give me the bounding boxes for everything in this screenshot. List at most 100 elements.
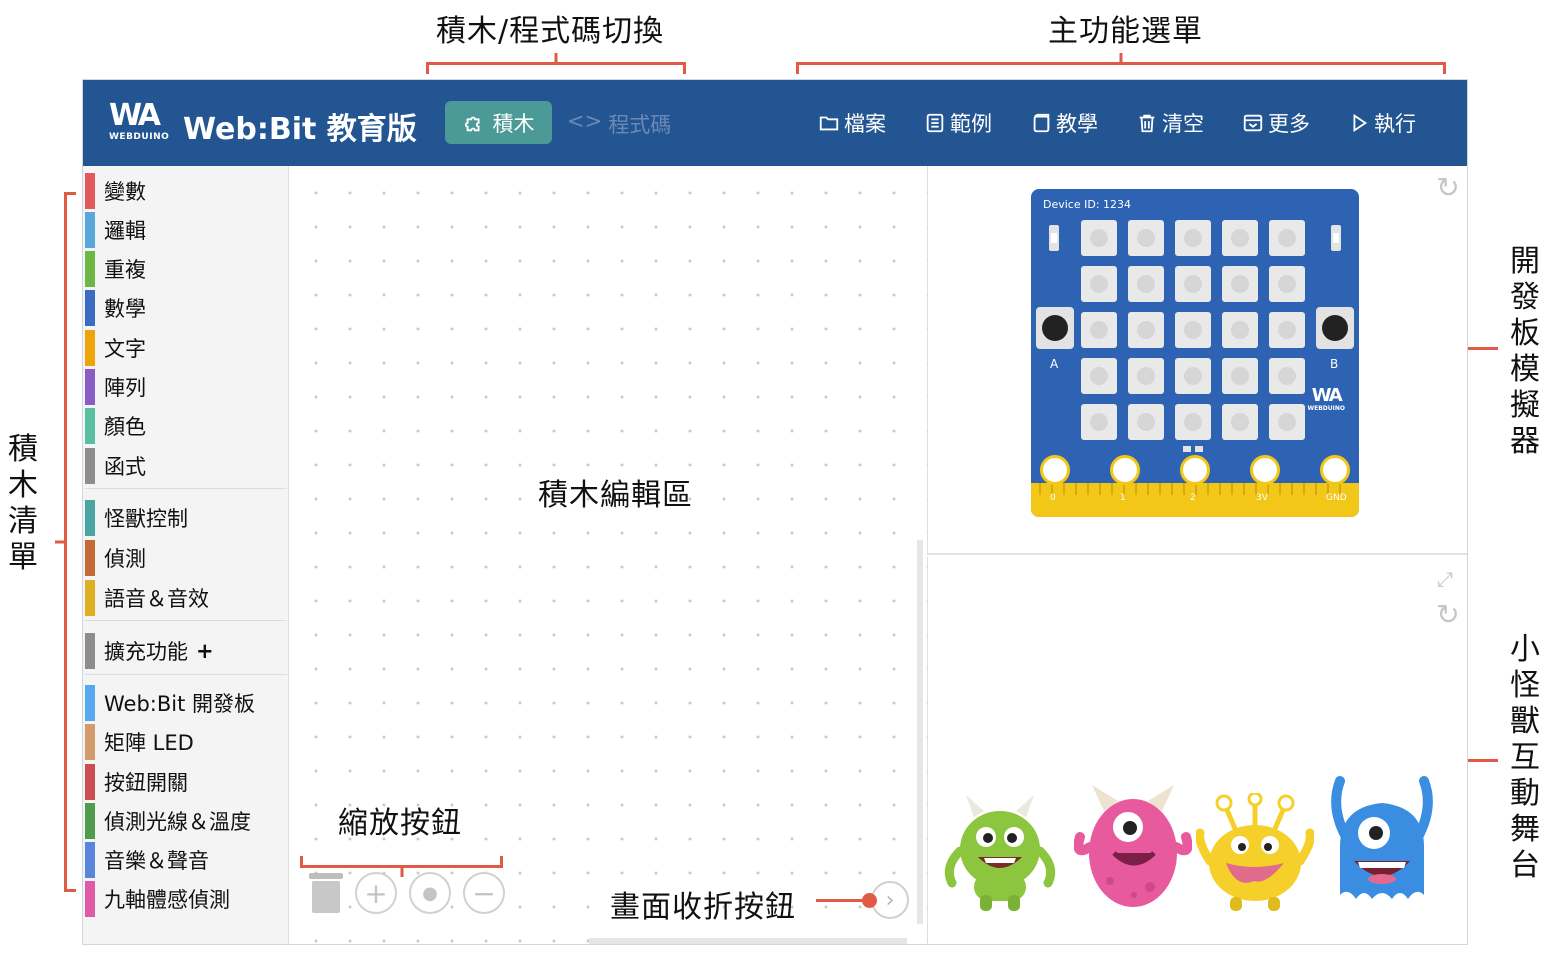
- tab-blocks[interactable]: 積木: [445, 101, 552, 144]
- pin-pad-3V[interactable]: [1250, 455, 1280, 485]
- matrix-led: [1128, 266, 1164, 302]
- sidebar-divider: [85, 620, 287, 621]
- yellow-monster[interactable]: [1196, 793, 1314, 913]
- category-light-temp[interactable]: 偵測光線＆溫度: [85, 802, 251, 840]
- matrix-led: [1269, 312, 1305, 348]
- workspace-vertical-scrollbar[interactable]: [917, 540, 923, 924]
- category-lists[interactable]: 陣列: [85, 368, 146, 406]
- matrix-led: [1222, 404, 1258, 440]
- category-color-bar: [85, 540, 95, 576]
- stage-expand-icon[interactable]: ⤢: [1437, 567, 1463, 593]
- category-color-bar: [85, 173, 95, 209]
- annotation-main-menu: 主功能選單: [1048, 14, 1203, 49]
- matrix-led: [1128, 220, 1164, 256]
- menu-tutorial[interactable]: 教學: [1030, 108, 1098, 138]
- annotation-monster-stage: 小怪獸互動舞台: [1510, 632, 1540, 883]
- matrix-led: [1175, 220, 1211, 256]
- bracket-block-list: [64, 192, 76, 892]
- pin-pad-GND[interactable]: [1320, 455, 1350, 485]
- category-speech-sound[interactable]: 語音＆音效: [85, 579, 209, 617]
- monster-stage-panel: ⤢ ↻: [927, 557, 1467, 944]
- menu-file[interactable]: 檔案: [818, 108, 886, 138]
- play-icon: [1353, 113, 1368, 133]
- annotation-board-simulator: 開發板模擬器: [1510, 244, 1540, 459]
- document-icon: [926, 113, 944, 133]
- pin-pad-2[interactable]: [1180, 455, 1210, 485]
- annotation-collapse-button: 畫面收折按鈕: [610, 890, 796, 925]
- category-color-bar: [85, 685, 95, 721]
- pin-pad-1[interactable]: [1110, 455, 1140, 485]
- category-color-bar: [85, 330, 95, 366]
- category-sensing[interactable]: 偵測: [85, 539, 146, 577]
- workspace-horizontal-scrollbar[interactable]: [589, 938, 907, 944]
- category-loops[interactable]: 重複: [85, 250, 146, 288]
- side-led-right: [1331, 225, 1341, 251]
- matrix-led: [1222, 312, 1258, 348]
- matrix-led: [1222, 358, 1258, 394]
- pin-label: 2: [1190, 493, 1196, 503]
- category-color-bar: [85, 633, 95, 669]
- button-a-label: A: [1050, 357, 1059, 371]
- annotation-zoom-buttons: 縮放按鈕: [338, 806, 462, 841]
- category-logic[interactable]: 邏輯: [85, 211, 146, 249]
- category-color-bar: [85, 212, 95, 248]
- pin-label: 0: [1050, 493, 1056, 503]
- category-music-sound[interactable]: 音樂＆聲音: [85, 841, 209, 879]
- side-led-left: [1049, 225, 1059, 251]
- category-matrix-led[interactable]: 矩陣 LED: [85, 723, 194, 761]
- green-monster[interactable]: [944, 787, 1056, 913]
- category-functions[interactable]: 函式: [85, 447, 146, 485]
- block-category-sidebar: 變數 邏輯 重複 數學 文字 陣列 顏色 函式 怪獸控制 偵測 語音＆音效 擴充…: [83, 166, 289, 944]
- matrix-led: [1269, 266, 1305, 302]
- pointer-collapse-button: [816, 893, 877, 908]
- inbox-icon: [1243, 114, 1263, 132]
- zoom-out-button[interactable]: −: [463, 872, 505, 914]
- stage-refresh-icon[interactable]: ↻: [1434, 601, 1462, 629]
- simulator-refresh-icon[interactable]: ↻: [1434, 174, 1462, 202]
- menu-run[interactable]: 執行: [1348, 108, 1416, 138]
- matrix-led: [1175, 266, 1211, 302]
- matrix-led: [1081, 312, 1117, 348]
- category-extensions[interactable]: 擴充功能 +: [85, 632, 214, 670]
- workspace-trash-icon[interactable]: [309, 873, 343, 913]
- category-variables[interactable]: 變數: [85, 172, 146, 210]
- matrix-led: [1128, 312, 1164, 348]
- matrix-led: [1175, 404, 1211, 440]
- sidebar-divider: [85, 488, 287, 489]
- category-math[interactable]: 數學: [85, 289, 146, 327]
- category-text[interactable]: 文字: [85, 329, 146, 367]
- webbit-board: Device ID: 1234 A B WA WEBDUINO 0 1 2 3V GND: [1031, 189, 1359, 517]
- category-color-bar: [85, 764, 95, 800]
- top-bar: WA WEBDUINO Web:Bit 教育版 積木 <> 程式碼 檔案 範例 …: [83, 80, 1467, 166]
- pink-monster[interactable]: [1074, 777, 1192, 913]
- category-color-bar: [85, 842, 95, 878]
- menu-more[interactable]: 更多: [1242, 108, 1310, 138]
- zoom-reset-button[interactable]: ●: [409, 872, 451, 914]
- pin-label: 3V: [1256, 493, 1268, 503]
- category-color-bar: [85, 251, 95, 287]
- button-a[interactable]: [1036, 307, 1074, 349]
- button-b[interactable]: [1316, 307, 1354, 349]
- category-color-bar: [85, 290, 95, 326]
- pin-label: GND: [1326, 493, 1347, 503]
- board-webduino-logo: WA WEBDUINO: [1307, 385, 1346, 413]
- menu-clear[interactable]: 清空: [1136, 108, 1204, 138]
- matrix-led: [1222, 266, 1258, 302]
- zoom-in-button[interactable]: +: [355, 872, 397, 914]
- category-colour[interactable]: 顏色: [85, 407, 146, 445]
- category-color-bar: [85, 448, 95, 484]
- plus-icon: +: [196, 639, 214, 663]
- category-color-bar: [85, 408, 95, 444]
- matrix-led: [1269, 358, 1305, 394]
- category-color-bar: [85, 369, 95, 405]
- pin-pad-0[interactable]: [1040, 455, 1070, 485]
- blue-monster[interactable]: [1326, 767, 1438, 913]
- category-buttons[interactable]: 按鈕開關: [85, 763, 188, 801]
- menu-examples[interactable]: 範例: [924, 108, 992, 138]
- matrix-led: [1081, 266, 1117, 302]
- category-monster-control[interactable]: 怪獸控制: [85, 499, 188, 537]
- tab-code[interactable]: <> 程式碼: [567, 109, 671, 139]
- category-nine-axis[interactable]: 九軸體感偵測: [85, 880, 230, 918]
- category-color-bar: [85, 724, 95, 760]
- category-webbit-board[interactable]: Web:Bit 開發板: [85, 684, 255, 722]
